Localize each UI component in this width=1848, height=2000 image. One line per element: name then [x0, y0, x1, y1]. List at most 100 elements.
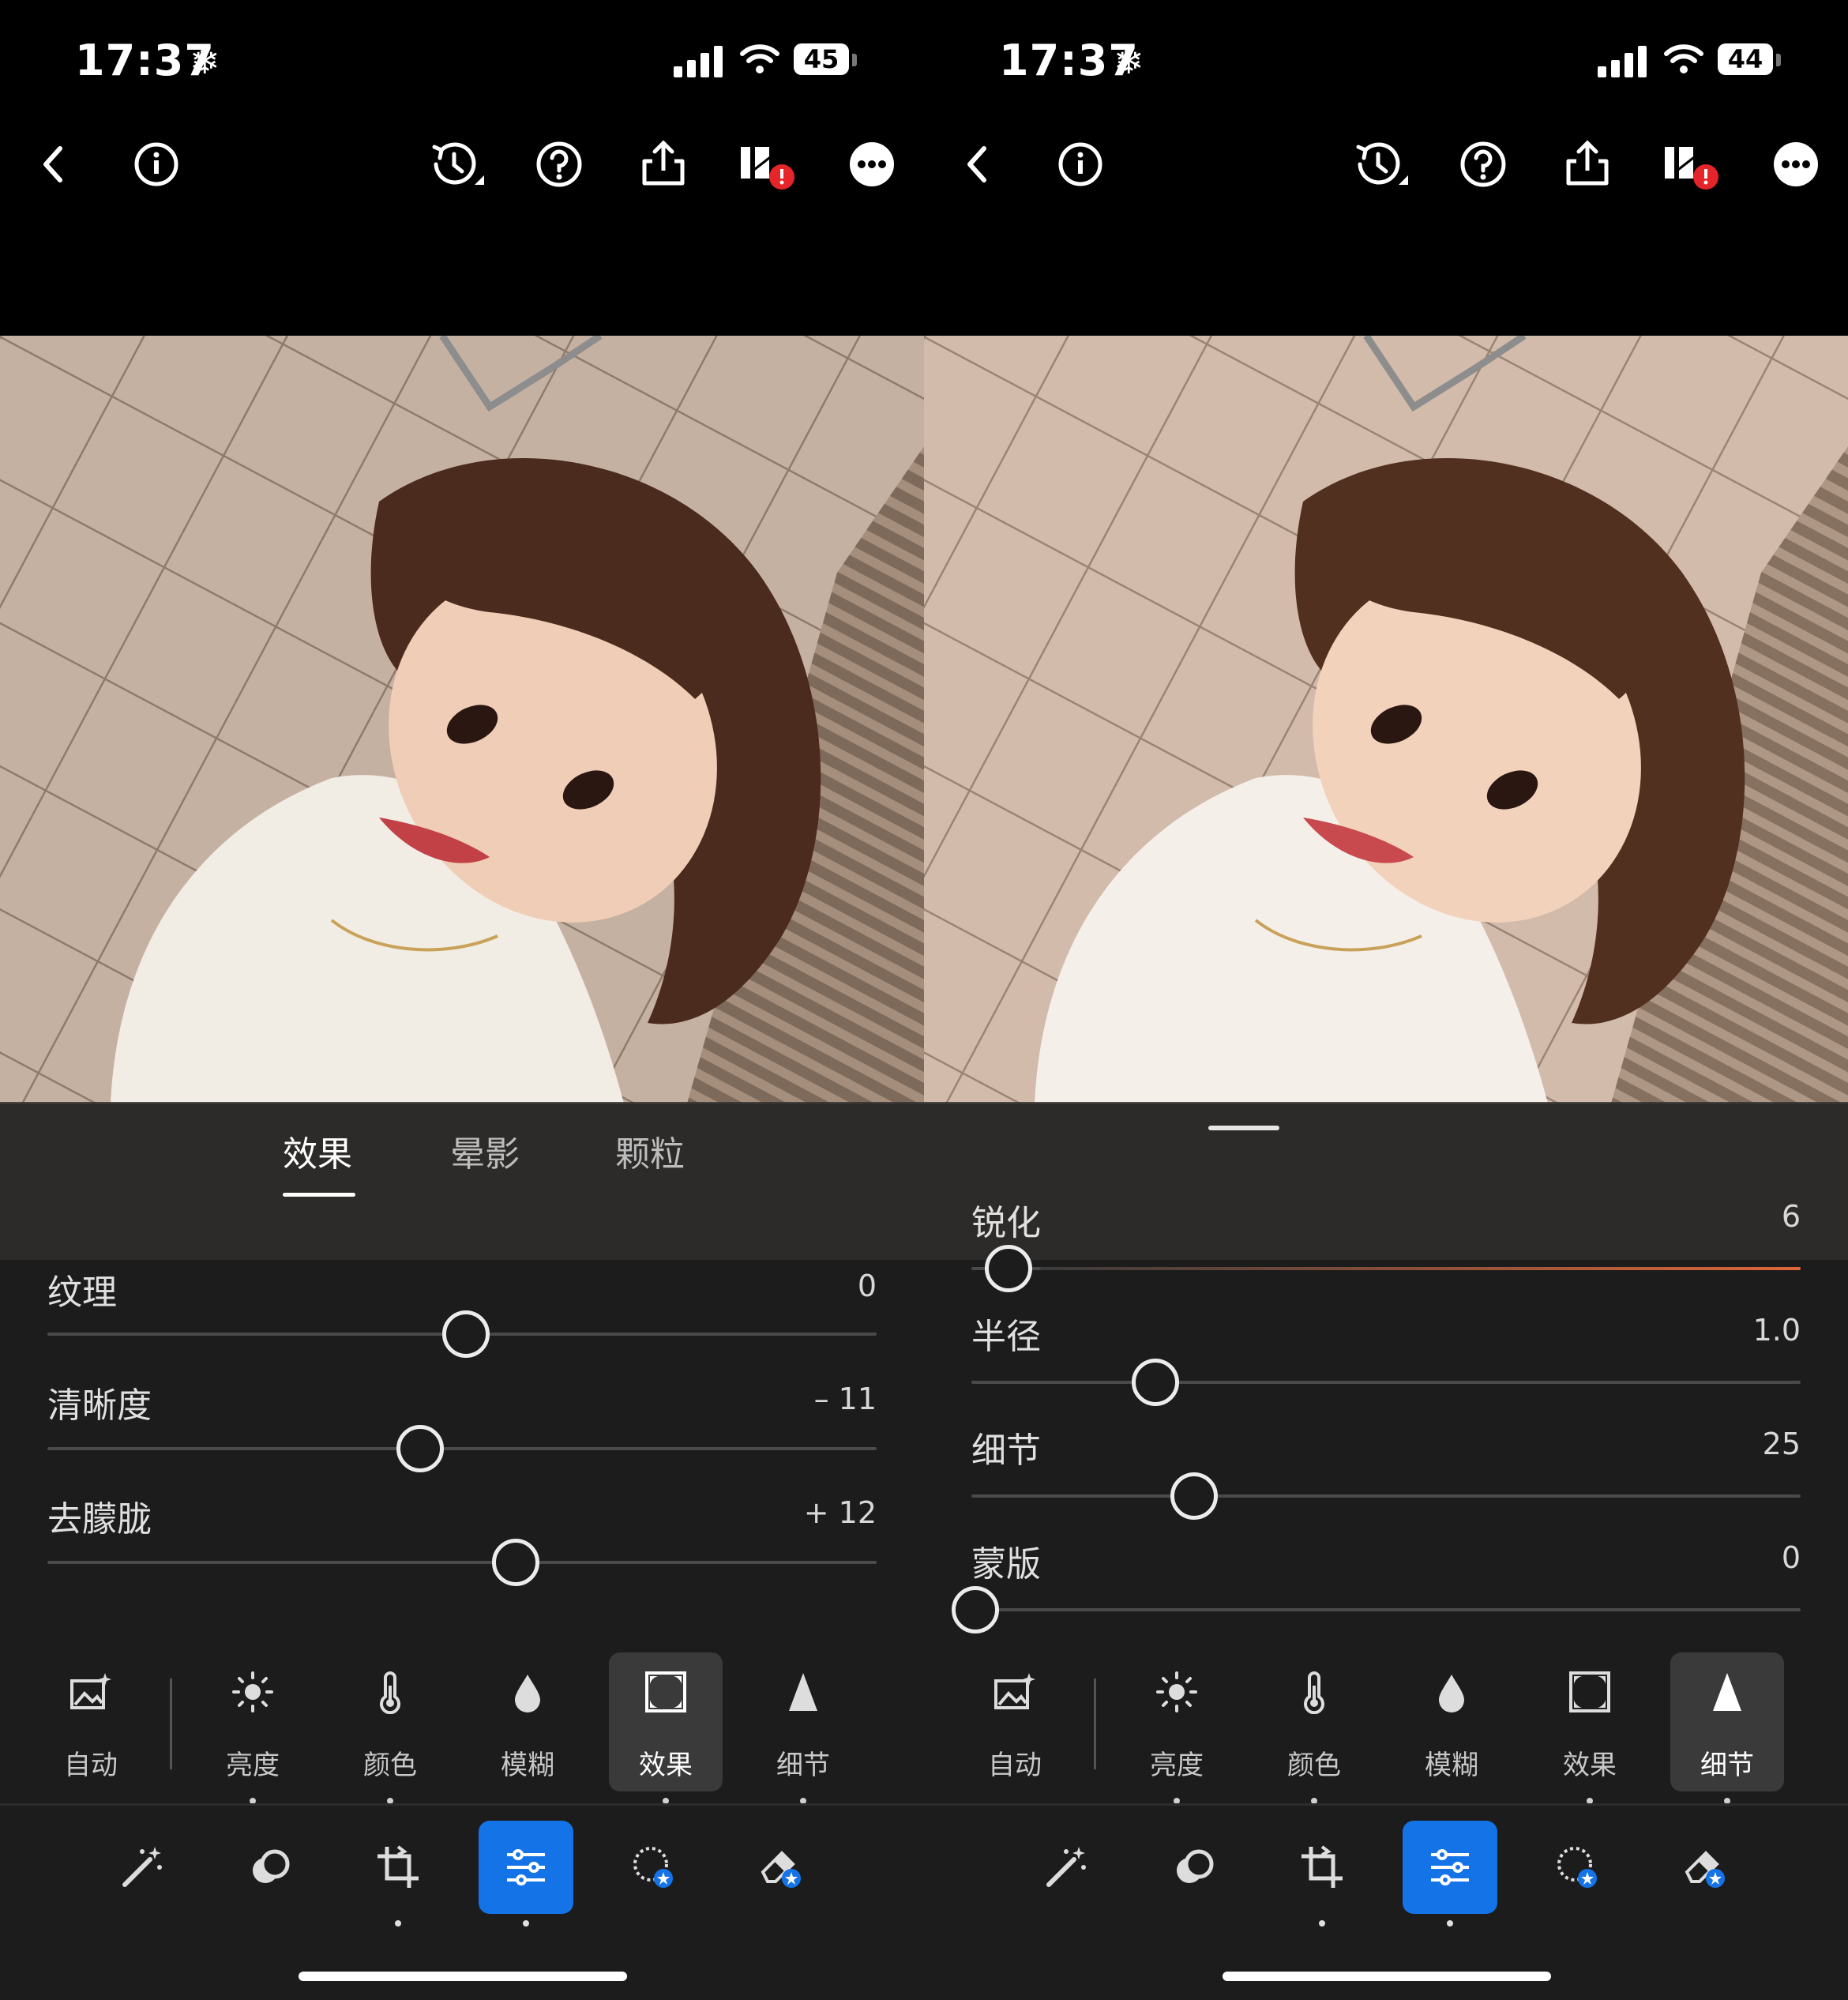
- history-icon: [1356, 142, 1408, 185]
- tool-label: 自动: [988, 1750, 1042, 1781]
- cellular-signal-icon: [674, 41, 723, 77]
- back-icon: [43, 146, 62, 182]
- slider-track[interactable]: [971, 1608, 1801, 1611]
- tool-detail[interactable]: 细节: [1670, 1652, 1784, 1804]
- subtab-effects[interactable]: 效果: [283, 1126, 352, 1176]
- help-button[interactable]: [1452, 133, 1515, 196]
- nav-edit[interactable]: [95, 1821, 190, 1914]
- crop-icon: [377, 1845, 419, 1888]
- tool-auto[interactable]: 自动: [958, 1652, 1072, 1791]
- nav-masking[interactable]: [1531, 1821, 1625, 1914]
- detail-triangle-icon: [1705, 1670, 1749, 1714]
- portrait-photo: [924, 336, 1848, 1103]
- slider-label: 去朦胧: [47, 1499, 152, 1539]
- slider-track[interactable]: [971, 1494, 1801, 1498]
- cloud-sync-button[interactable]: [734, 133, 798, 196]
- nav-indicator-dot: [395, 1920, 401, 1927]
- slider-thumb[interactable]: [952, 1586, 999, 1633]
- cellular-signal-icon: [1598, 41, 1647, 77]
- tool-detail[interactable]: 细节: [746, 1652, 860, 1804]
- info-icon: [134, 142, 178, 186]
- nav-indicator-dot: [1447, 1920, 1453, 1927]
- thermometer-icon: [368, 1670, 412, 1715]
- tool-blur[interactable]: 模糊: [1395, 1652, 1508, 1791]
- history-button[interactable]: [1347, 133, 1410, 196]
- help-icon: [536, 141, 582, 187]
- slider-thumb[interactable]: [396, 1425, 445, 1472]
- battery-cap: [852, 54, 857, 66]
- tool-label: 自动: [64, 1750, 118, 1781]
- tool-color[interactable]: 颜色: [333, 1652, 447, 1804]
- tool-blur[interactable]: 模糊: [471, 1652, 584, 1791]
- nav-adjust[interactable]: [479, 1821, 573, 1914]
- help-button[interactable]: [528, 133, 591, 196]
- photo-preview[interactable]: [924, 336, 1848, 1103]
- history-button[interactable]: [423, 133, 486, 196]
- tool-label: 亮度: [1150, 1750, 1204, 1781]
- effects-vignette-icon: [644, 1670, 688, 1714]
- battery-level: 44: [1718, 43, 1773, 75]
- nav-remove[interactable]: [1658, 1821, 1753, 1914]
- info-button[interactable]: [1049, 133, 1112, 196]
- tool-color[interactable]: 颜色: [1257, 1652, 1371, 1804]
- slider-label: 细节: [971, 1430, 1041, 1471]
- info-button[interactable]: [125, 133, 188, 196]
- slider-thumb[interactable]: [442, 1310, 490, 1358]
- slider-thumb[interactable]: [985, 1245, 1032, 1292]
- back-button[interactable]: [22, 133, 85, 196]
- tool-light[interactable]: 亮度: [196, 1652, 310, 1804]
- share-icon: [642, 140, 685, 186]
- more-button[interactable]: [840, 133, 903, 196]
- adjust-icon: [507, 1849, 545, 1885]
- presets-icon: [253, 1849, 290, 1883]
- nav-remove[interactable]: [734, 1821, 829, 1914]
- more-button[interactable]: [1764, 133, 1827, 196]
- slider-track[interactable]: [47, 1447, 877, 1450]
- cloud-sync-button[interactable]: [1658, 133, 1722, 196]
- tool-auto[interactable]: 自动: [34, 1652, 148, 1791]
- slider-track[interactable]: [47, 1561, 877, 1564]
- remove-icon: [761, 1851, 801, 1888]
- nav-presets[interactable]: [1147, 1821, 1241, 1914]
- thermometer-icon: [1292, 1670, 1336, 1715]
- nav-crop[interactable]: [1275, 1821, 1369, 1914]
- subtab-grain[interactable]: 颗粒: [615, 1126, 685, 1176]
- slider-fill: [1040, 1267, 1801, 1270]
- slider-track[interactable]: [971, 1381, 1801, 1384]
- nav-presets[interactable]: [223, 1821, 317, 1914]
- tool-label: 模糊: [501, 1750, 554, 1781]
- more-icon: [850, 142, 894, 186]
- sheet-header: [924, 1102, 1848, 1260]
- tool-divider: [170, 1679, 172, 1769]
- tool-label: 颜色: [1287, 1750, 1341, 1781]
- nav-adjust[interactable]: [1403, 1821, 1497, 1914]
- share-button[interactable]: [1556, 133, 1619, 196]
- portrait-photo: [0, 336, 924, 1103]
- sun-icon: [231, 1670, 275, 1714]
- effects-vignette-icon: [1568, 1670, 1612, 1714]
- battery-level: 45: [794, 43, 849, 75]
- subtab-vignette[interactable]: 晕影: [450, 1126, 520, 1176]
- back-button[interactable]: [946, 133, 1009, 196]
- battery-cap: [1776, 54, 1781, 66]
- remove-icon: [1685, 1851, 1725, 1888]
- tool-label: 颜色: [363, 1750, 417, 1781]
- slider-thumb[interactable]: [1170, 1472, 1219, 1520]
- sheet-grabber[interactable]: [1208, 1126, 1279, 1130]
- tool-effects[interactable]: 效果: [609, 1652, 723, 1804]
- slider-label: 锐化: [971, 1203, 1041, 1243]
- auto-image-icon: [993, 1670, 1037, 1714]
- tool-label: 效果: [639, 1750, 693, 1781]
- nav-edit[interactable]: [1019, 1821, 1114, 1914]
- nav-crop[interactable]: [351, 1821, 445, 1914]
- tool-light[interactable]: 亮度: [1120, 1652, 1234, 1804]
- share-button[interactable]: [632, 133, 695, 196]
- tool-label: 细节: [1700, 1750, 1754, 1781]
- nav-masking[interactable]: [607, 1821, 701, 1914]
- slider-thumb[interactable]: [492, 1539, 539, 1586]
- slider-value: + 12: [803, 1495, 877, 1530]
- slider-thumb[interactable]: [1131, 1359, 1179, 1406]
- photo-preview[interactable]: [0, 336, 924, 1103]
- focus-snowflake-icon: ❄: [1114, 39, 1144, 82]
- tool-effects[interactable]: 效果: [1533, 1652, 1647, 1804]
